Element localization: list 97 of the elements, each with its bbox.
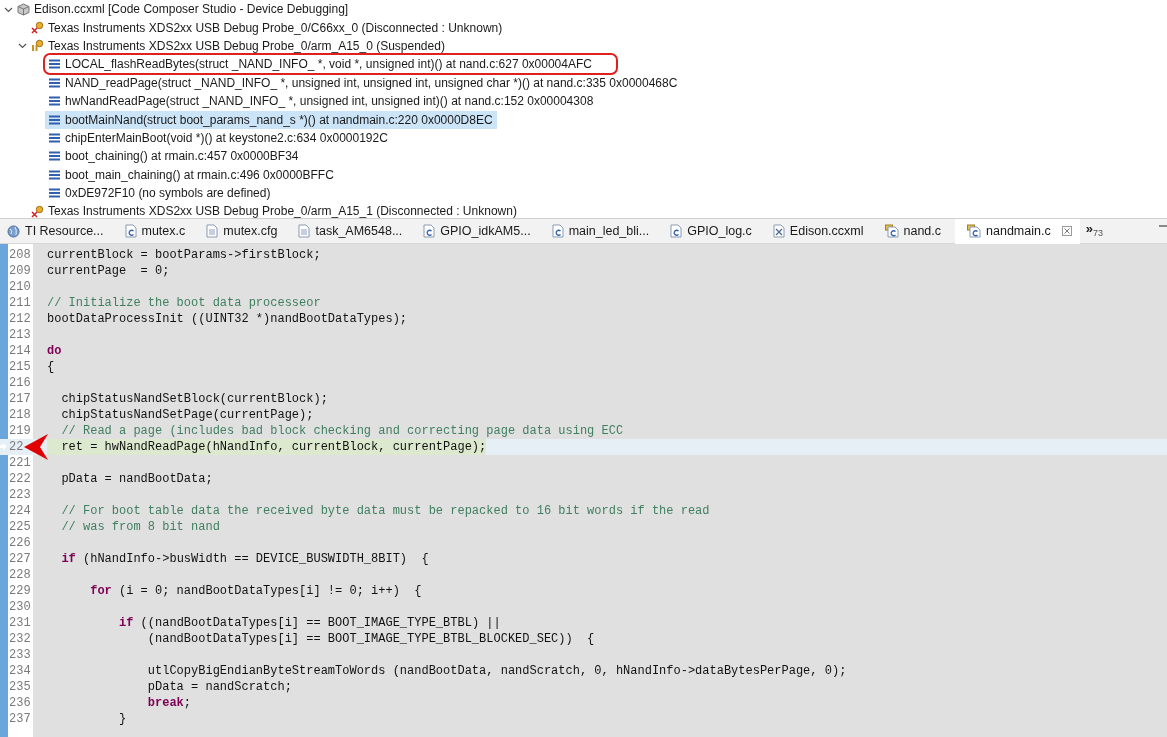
line-number: 222 (9, 471, 31, 488)
line-number: 223 (9, 487, 31, 504)
c-file-icon (124, 224, 137, 238)
stack-frame-icon (49, 132, 60, 143)
line-number: 209 (9, 263, 31, 280)
line-number: 217 (9, 391, 31, 408)
editor-tab[interactable]: Edison.ccxml (765, 218, 878, 244)
line-number: 237 (9, 711, 31, 728)
line-number: 218 (9, 407, 31, 424)
suspended-core-icon (31, 39, 44, 53)
close-icon[interactable] (1061, 226, 1072, 236)
code-line: pData = nandScratch; (146, 679, 292, 695)
stack-frame-icon (49, 96, 60, 107)
editor-tab[interactable]: nandmain.c (955, 218, 1080, 244)
stack-frame-icon (49, 59, 60, 70)
line-number: 226 (9, 535, 31, 552)
code-line: for (i = 0; nandBootDataTypes[i] != 0; i++) { (89, 583, 422, 599)
code-line: // was from 8 bit nand (60, 519, 220, 535)
c-file-icon (551, 224, 564, 238)
editor-tab[interactable]: mutex.c (117, 218, 200, 244)
code-line: do (47, 343, 62, 359)
line-number: 210 (9, 279, 31, 296)
line-number: 214 (9, 343, 31, 360)
code-line: utlCopyBigEndianByteStreamToWords (nandBootData, nandScratch, 0, hNandInfo->dataBytesPerPage, 0); (146, 663, 847, 679)
editor-tab[interactable]: GPIO_log.c (663, 218, 766, 244)
stack-frame[interactable]: bootMainNand(struct boot_params_nand_s *)() at nandmain.c:220 0x0000D8EC (45, 110, 497, 129)
minimize-icon[interactable] (1159, 225, 1167, 228)
line-number: 234 (9, 663, 31, 680)
line-number: 212 (9, 311, 31, 328)
code-line: currentBlock = bootParams->firstBlock; (47, 247, 321, 263)
line-number: 225 (9, 519, 31, 536)
line-number: 231 (9, 615, 31, 632)
editor-tab[interactable]: main_led_bli... (544, 218, 664, 244)
stack-frame-icon (49, 151, 60, 162)
expanded-chevron-icon[interactable] (18, 41, 27, 51)
config-file-icon (772, 224, 785, 238)
debug-pointer-icon (0, 443, 7, 450)
code-line: currentPage = 0; (47, 263, 170, 279)
code-line: (nandBootDataTypes[i] == BOOT_IMAGE_TYPE_BTBL_BLOCKED_SEC)) { (146, 631, 595, 647)
editor-tab[interactable]: mutex.cfg (199, 218, 292, 244)
line-number: 213 (9, 327, 31, 344)
document-icon (298, 224, 311, 238)
code-line: chipStatusNandSetBlock(currentBlock); (60, 391, 328, 407)
line-number: 216 (9, 375, 31, 392)
code-line: if ((nandBootDataTypes[i] == BOOT_IMAGE_TYPE_BTBL) || (118, 615, 501, 631)
line-number: 227 (9, 551, 31, 568)
line-number: 236 (9, 695, 31, 712)
document-icon (206, 224, 219, 238)
editor-tab[interactable]: GPIO_idkAM5... (416, 218, 545, 244)
line-number: 211 (9, 295, 31, 312)
code-line: chipStatusNandSetPage(currentPage); (60, 407, 314, 423)
line-number: 221 (9, 455, 31, 472)
stack-frame[interactable]: chipEnterMainBoot(void *)() at keystone2.c:634 0x0000192C (45, 128, 392, 147)
stack-frame[interactable]: NAND_readPage(struct _NAND_INFO_ *, unsigned int, unsigned int, unsigned char *)() at nand.c:335 0x0000468C (45, 73, 682, 92)
editor-tab[interactable]: TI Resource... (0, 218, 118, 244)
c-file-icon (423, 224, 436, 238)
debug-core-label[interactable]: Texas Instruments XDS2xx USB Debug Probe_0/arm_A15_1 (Disconnected : Unknown) (48, 202, 517, 221)
code-line: // Read a page (includes bad block checking and correcting page data using ECC (60, 423, 624, 439)
stack-frame-icon (49, 77, 60, 88)
code-line: pData = nandBootData; (60, 471, 213, 487)
code-line: bootDataProcessInit ((UINT32 *)nandBootDataTypes); (47, 311, 408, 327)
line-number: 233 (9, 647, 31, 664)
line-number: 229 (9, 583, 31, 600)
code-line: { (47, 359, 55, 375)
line-number: 228 (9, 567, 31, 584)
line-number: 232 (9, 631, 31, 648)
code-line: } (118, 711, 127, 727)
editor-tab[interactable]: task_AM6548... (291, 218, 417, 244)
stack-frame[interactable]: boot_main_chaining() at rmain.c:496 0x0000BFFC (45, 165, 338, 184)
stack-frame[interactable]: LOCAL_flashReadBytes(struct _NAND_INFO_ *, void *, unsigned int)() at nand.c:627 0x00004AFC (45, 55, 616, 74)
stack-frame[interactable]: 0xDE972F10 (no symbols are defined) (45, 184, 275, 203)
c-file-icon (670, 224, 683, 238)
disconnected-core-icon (31, 205, 44, 218)
line-number: 215 (9, 359, 31, 376)
code-line: break; (146, 695, 192, 711)
code-line: if (hNandInfo->busWidth == DEVICE_BUSWIDTH_8BIT) { (60, 551, 429, 567)
line-number: 208 (9, 247, 31, 264)
debug-core-label[interactable]: Texas Instruments XDS2xx USB Debug Probe_0/arm_A15_0 (Suspended) (48, 36, 445, 55)
stack-frame-icon (49, 169, 60, 180)
line-number: 235 (9, 679, 31, 696)
code-line: // For boot table data the received byte data must be repacked to 16 bit words if the read (60, 503, 710, 519)
line-number: 230 (9, 599, 31, 616)
globe-icon (7, 224, 20, 238)
c-file-icon (884, 224, 899, 238)
line-number: 219 (9, 423, 31, 440)
line-number: 22 (9, 439, 24, 456)
line-number: 224 (9, 503, 31, 520)
disconnected-core-icon (31, 21, 44, 35)
code-line: // Initialize the boot data processeor (47, 295, 321, 311)
stack-frame[interactable]: hwNandReadPage(struct _NAND_INFO_ *, unsigned int, unsigned int)() at nand.c:152 0x00004308 (45, 92, 598, 111)
debug-core-label[interactable]: Texas Instruments XDS2xx USB Debug Probe_0/C66xx_0 (Disconnected : Unknown) (48, 18, 503, 37)
debug-session-label[interactable]: Edison.ccxml [Code Composer Studio - Device Debugging] (34, 0, 349, 19)
stack-frame-icon (49, 188, 60, 199)
stack-frame-icon (49, 114, 60, 125)
editor-tab[interactable]: nand.c (877, 218, 956, 244)
c-file-icon (967, 224, 982, 238)
stack-frame[interactable]: boot_chaining() at rmain.c:457 0x0000BF34 (45, 147, 303, 166)
